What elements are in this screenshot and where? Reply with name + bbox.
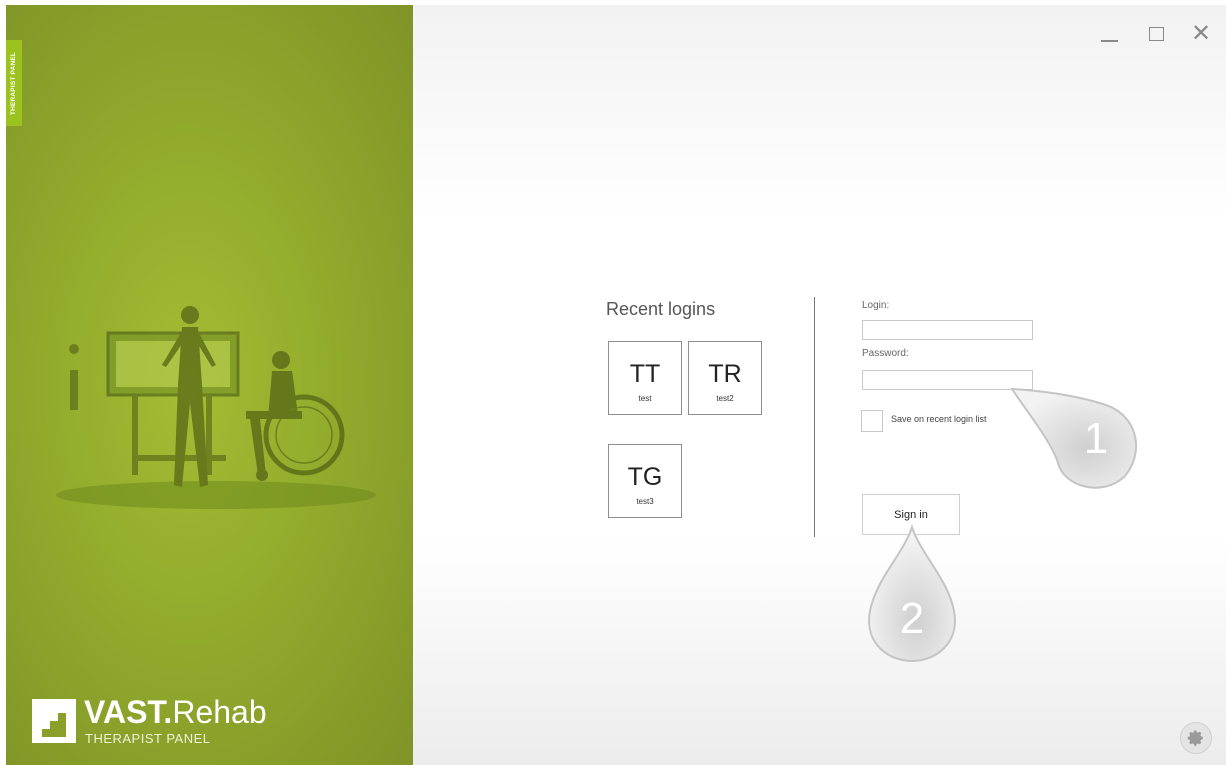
logo-subtitle: THERAPIST PANEL (85, 731, 211, 746)
logo-wordmark: VAST.Rehab (84, 693, 267, 731)
recent-logins-title: Recent logins (606, 299, 716, 319)
close-icon[interactable]: ✕ (1190, 22, 1212, 46)
callout-2-number: 2 (900, 594, 924, 643)
login-area: ✕ Recent logins TT test TR test2 TG test… (413, 5, 1226, 765)
user-initials: TG (627, 463, 663, 491)
recent-login-tile[interactable]: TG test3 (608, 444, 682, 518)
minimize-icon[interactable] (1099, 23, 1121, 45)
user-name: test (638, 394, 652, 403)
logo-stairs-icon (32, 699, 76, 743)
user-initials: TT (629, 360, 661, 388)
save-login-checkbox[interactable] (861, 410, 883, 432)
vertical-divider (814, 297, 815, 537)
callout-1-marker: 1 (1010, 387, 1138, 489)
therapist-panel-tab-label: THERAPIST PANEL (10, 51, 18, 115)
settings-button[interactable] (1180, 722, 1212, 754)
recent-login-tile[interactable]: TT test (608, 341, 682, 415)
logo-brand-regular: Rehab (172, 694, 267, 730)
save-login-label: Save on recent login list (891, 414, 987, 424)
callout-1-number: 1 (1084, 414, 1108, 463)
callout-2-marker: 2 (868, 523, 956, 663)
vast-rehab-logo: VAST.Rehab THERAPIST PANEL (32, 693, 292, 751)
logo-brand-bold: VAST. (84, 694, 173, 730)
login-input[interactable] (862, 320, 1033, 340)
therapist-panel-tab: THERAPIST PANEL (6, 40, 22, 126)
maximize-icon[interactable] (1146, 23, 1168, 45)
recent-login-tile[interactable]: TR test2 (688, 341, 762, 415)
user-name: test2 (716, 394, 734, 403)
user-initials: TR (708, 360, 742, 388)
login-label: Login: (862, 300, 890, 311)
password-label: Password: (862, 348, 909, 359)
gear-icon (1187, 730, 1203, 746)
brand-sidebar: THERAPIST PANEL VAST.Rehab THERAPIST PAN… (6, 5, 413, 765)
user-name: test3 (636, 497, 654, 506)
rehab-scene-illustration (56, 306, 376, 509)
